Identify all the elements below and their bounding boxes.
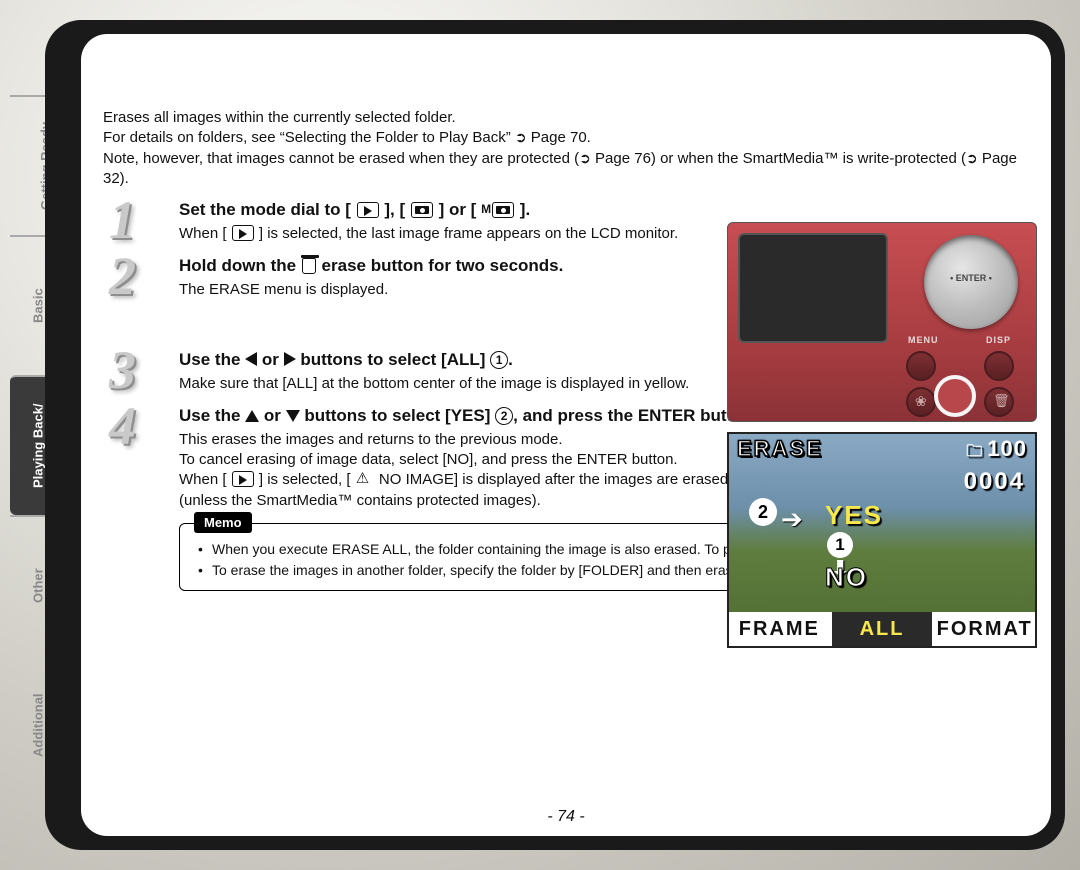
erase-button bbox=[984, 387, 1014, 417]
menu-button bbox=[906, 351, 936, 381]
lcd-count: 0004 bbox=[964, 468, 1025, 496]
step-4-body: This erases the images and returns to th… bbox=[179, 430, 759, 511]
label-menu: MENU bbox=[908, 335, 939, 345]
memo-label: Memo bbox=[194, 512, 252, 534]
enter-dial bbox=[924, 235, 1018, 329]
lcd-bottom-menu: FRAME ALL FORMAT bbox=[729, 612, 1035, 646]
link-icon bbox=[579, 150, 591, 167]
warning-icon bbox=[356, 471, 374, 487]
lcd-folder: 🗀100 bbox=[966, 436, 1027, 464]
link-icon bbox=[966, 150, 978, 167]
lcd-title: ERASE bbox=[737, 436, 823, 464]
camera-icon bbox=[492, 202, 514, 218]
page-frame: Erasing All Images in a Folder (Erase Al… bbox=[45, 20, 1065, 850]
down-arrow-icon bbox=[286, 410, 300, 422]
lcd-opt-all: ALL bbox=[832, 612, 935, 646]
page-inner: Erases all images within the currently s… bbox=[81, 34, 1051, 836]
lcd-opt-frame: FRAME bbox=[729, 612, 832, 646]
step-4-title: Use the or buttons to select [YES] 2, an… bbox=[179, 405, 759, 428]
step-1-title: Set the mode dial to [ ], [ ] or [ M ]. bbox=[179, 199, 1029, 222]
step-number-1: 1 bbox=[109, 193, 136, 247]
left-arrow-icon bbox=[245, 352, 257, 366]
page-number: - 74 - bbox=[81, 808, 1051, 826]
camera-icon bbox=[411, 202, 433, 218]
circled-2: 2 bbox=[495, 407, 513, 425]
lcd-screenshot: ERASE 🗀100 0004 2 ➔ YES 1 ⬇ NO FRAME ALL… bbox=[727, 432, 1037, 648]
step-number-2: 2 bbox=[109, 249, 136, 303]
erase-highlight-ring bbox=[934, 375, 976, 417]
marker-1: 1 bbox=[827, 532, 853, 558]
macro-button bbox=[906, 387, 936, 417]
camera-lcd bbox=[738, 233, 888, 343]
label-disp: DISP bbox=[986, 335, 1011, 345]
erase-icon bbox=[302, 258, 316, 274]
arrow-right-icon: ➔ bbox=[781, 504, 803, 535]
play-icon bbox=[232, 471, 254, 487]
disp-button bbox=[984, 351, 1014, 381]
right-arrow-icon bbox=[284, 352, 296, 366]
play-icon bbox=[357, 202, 379, 218]
camera-photo: MENU DISP bbox=[727, 222, 1037, 422]
lcd-opt-format: FORMAT bbox=[934, 612, 1035, 646]
intro-line3: Note, however, that images cannot be era… bbox=[103, 149, 1029, 190]
marker-2: 2 bbox=[749, 498, 777, 526]
circled-1: 1 bbox=[490, 351, 508, 369]
up-arrow-icon bbox=[245, 410, 259, 422]
play-icon bbox=[232, 225, 254, 241]
folder-icon: 🗀 bbox=[966, 443, 983, 460]
intro-line2: For details on folders, see “Selecting t… bbox=[103, 128, 1029, 148]
lcd-no: NO bbox=[825, 562, 868, 593]
step-number-4: 4 bbox=[109, 399, 136, 453]
intro-line1: Erases all images within the currently s… bbox=[103, 108, 1029, 128]
intro-block: Erases all images within the currently s… bbox=[103, 108, 1029, 189]
step-3-body: Make sure that [ALL] at the bottom cente… bbox=[179, 374, 759, 394]
lcd-yes: YES bbox=[825, 500, 883, 531]
link-icon bbox=[515, 129, 527, 146]
step-number-3: 3 bbox=[109, 343, 136, 397]
